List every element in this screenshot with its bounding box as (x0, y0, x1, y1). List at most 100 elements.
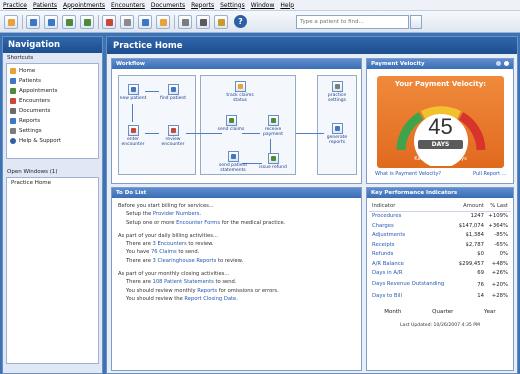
shortcut-reports[interactable]: Reports (7, 116, 98, 126)
kpi-percent: +28% (491, 292, 508, 299)
todo-link[interactable]: 3 Encounters (153, 241, 187, 247)
kpi-indicator-link[interactable]: Days in A/R (372, 270, 450, 276)
settings-icon[interactable] (178, 14, 192, 29)
menu-reports[interactable]: Reports (191, 2, 214, 9)
users-icon[interactable] (26, 14, 40, 29)
shortcut-label: Documents (19, 108, 51, 114)
menu-window[interactable]: Window (251, 2, 275, 9)
search-input[interactable] (300, 19, 405, 25)
menu-appointments[interactable]: Appointments (63, 2, 105, 9)
track-claims-icon (234, 81, 246, 92)
period-month[interactable]: Month (384, 309, 401, 315)
workflow-label: issue refund (259, 165, 287, 170)
shortcut-help-support[interactable]: Help & Support (7, 136, 98, 146)
document-icon[interactable] (120, 14, 134, 29)
workflow-track-claims-status[interactable]: track claims status (220, 81, 260, 103)
help-icon[interactable]: ? (234, 15, 247, 28)
kpi-indicator-link[interactable]: Charges (372, 223, 450, 229)
patient-search-field[interactable] (296, 15, 409, 29)
shortcut-encounters[interactable]: Encounters (7, 96, 98, 106)
shortcut-label: Reports (19, 118, 41, 124)
kpi-indicator-link[interactable]: Procedures (372, 213, 450, 219)
velocity-help-link[interactable]: What is Payment Velocity? (375, 171, 441, 177)
workflow-enter-encounter[interactable]: enter encounter (118, 125, 148, 147)
open-window-item[interactable]: Practice Home (11, 180, 94, 186)
shortcut-patients[interactable]: Patients (7, 76, 98, 86)
kpi-header-amount: Amount (463, 203, 484, 210)
shortcuts-list: Home Patients Appointments Encounters Do… (6, 63, 99, 159)
enter-encounter-icon (127, 125, 139, 136)
menu-practice[interactable]: Practice (3, 2, 27, 9)
todo-link[interactable]: 108 Patient Statements (153, 279, 214, 285)
workflow-new-patient[interactable]: new patient (118, 84, 148, 101)
to-do-list-panel: To Do List Before you start billing for … (111, 187, 362, 371)
menu-help[interactable]: Help (280, 2, 294, 9)
kpi-indicator-link[interactable]: Adjustments (372, 232, 450, 238)
period-quarter[interactable]: Quarter (432, 309, 453, 315)
todo-link[interactable]: 3 Clearinghouse Reports (153, 258, 217, 264)
workflow-review-encounter[interactable]: review encounter (158, 125, 188, 147)
kpi-amount: 14 (477, 292, 484, 299)
kpi-row: Refunds $0 0% (369, 250, 511, 260)
kpi-amount: $2,787 (465, 241, 484, 248)
kpi-percent: +364% (488, 222, 508, 229)
todo-text: There are (126, 257, 153, 264)
todo-link[interactable]: Encounter Forms (176, 220, 220, 226)
home-icon[interactable] (4, 14, 18, 29)
kpi-indicator-link[interactable]: Days Revenue Outstanding (372, 281, 450, 288)
to-do-list-body: Before you start billing for services...… (112, 198, 361, 307)
shortcut-label: Settings (19, 128, 42, 134)
send-claims-icon (225, 115, 237, 126)
calendar-icon[interactable] (62, 14, 76, 29)
menu-encounters[interactable]: Encounters (111, 2, 145, 9)
kpi-row: Adjustments $1,384 -85% (369, 231, 511, 241)
workflow-send-claims[interactable]: send claims (216, 115, 246, 132)
panel-close-icon[interactable] (504, 61, 509, 66)
kpi-indicator-link[interactable]: Days to Bill (372, 293, 450, 299)
kpi-indicator-link[interactable]: Receipts (372, 242, 450, 248)
menu-settings[interactable]: Settings (220, 2, 245, 9)
lock-icon[interactable] (214, 14, 228, 29)
shortcut-home[interactable]: Home (7, 66, 98, 76)
todo-link[interactable]: Provider Numbers (153, 211, 200, 217)
todo-link[interactable]: Report Closing Date (184, 296, 236, 302)
generate-reports-icon (331, 123, 343, 134)
kpi-indicator-link[interactable]: A/R Balance (372, 261, 450, 267)
workflow-issue-refund[interactable]: issue refund (258, 153, 288, 170)
kpi-percent: 0% (499, 251, 508, 258)
panel-options-icon[interactable] (496, 61, 501, 66)
workflow-label: find patient (160, 96, 186, 101)
kpi-last-updated: Last Updated: 10/26/2007 4:35 PM (399, 322, 481, 328)
workflow-send-patient-statements[interactable]: send patient statements (216, 151, 250, 173)
workflow-find-patient[interactable]: find patient (158, 84, 188, 101)
appointment-icon[interactable] (80, 14, 94, 29)
kpi-indicator-link[interactable]: Refunds (372, 251, 450, 257)
todo-link[interactable]: 76 Claims (151, 249, 177, 255)
print-icon[interactable] (196, 14, 210, 29)
toolbar-separator (22, 14, 23, 29)
todo-line: There are 108 Patient Statements to send… (118, 278, 355, 286)
todo-link[interactable]: Reports (197, 288, 217, 294)
menu-patients[interactable]: Patients (33, 2, 57, 9)
todo-line: As part of your daily billing activities… (118, 232, 218, 239)
shortcut-settings[interactable]: Settings (7, 126, 98, 136)
encounter-icon[interactable] (102, 14, 116, 29)
todo-text: There are (126, 241, 153, 248)
period-year[interactable]: Year (484, 309, 496, 315)
pull-report-link[interactable]: Pull Report ... (473, 171, 506, 177)
settings-icon (10, 128, 16, 134)
calendar-icon (10, 88, 16, 94)
kpi-period-tabs: Month Quarter Year (369, 309, 511, 315)
workflow-generate-reports[interactable]: generate reports (322, 123, 352, 145)
report-icon[interactable] (138, 14, 152, 29)
shortcut-documents[interactable]: Documents (7, 106, 98, 116)
workflow-receive-payment[interactable]: receive payment (258, 115, 288, 137)
claims-icon[interactable] (156, 14, 170, 29)
menu-documents[interactable]: Documents (151, 2, 185, 9)
workflow-practice-settings[interactable]: practice settings (322, 81, 352, 103)
todo-text: for the medical practice. (220, 219, 286, 226)
search-dropdown-button[interactable] (410, 15, 422, 29)
kpi-percent: +26% (491, 270, 508, 277)
find-patient-icon[interactable] (44, 14, 58, 29)
shortcut-appointments[interactable]: Appointments (7, 86, 98, 96)
